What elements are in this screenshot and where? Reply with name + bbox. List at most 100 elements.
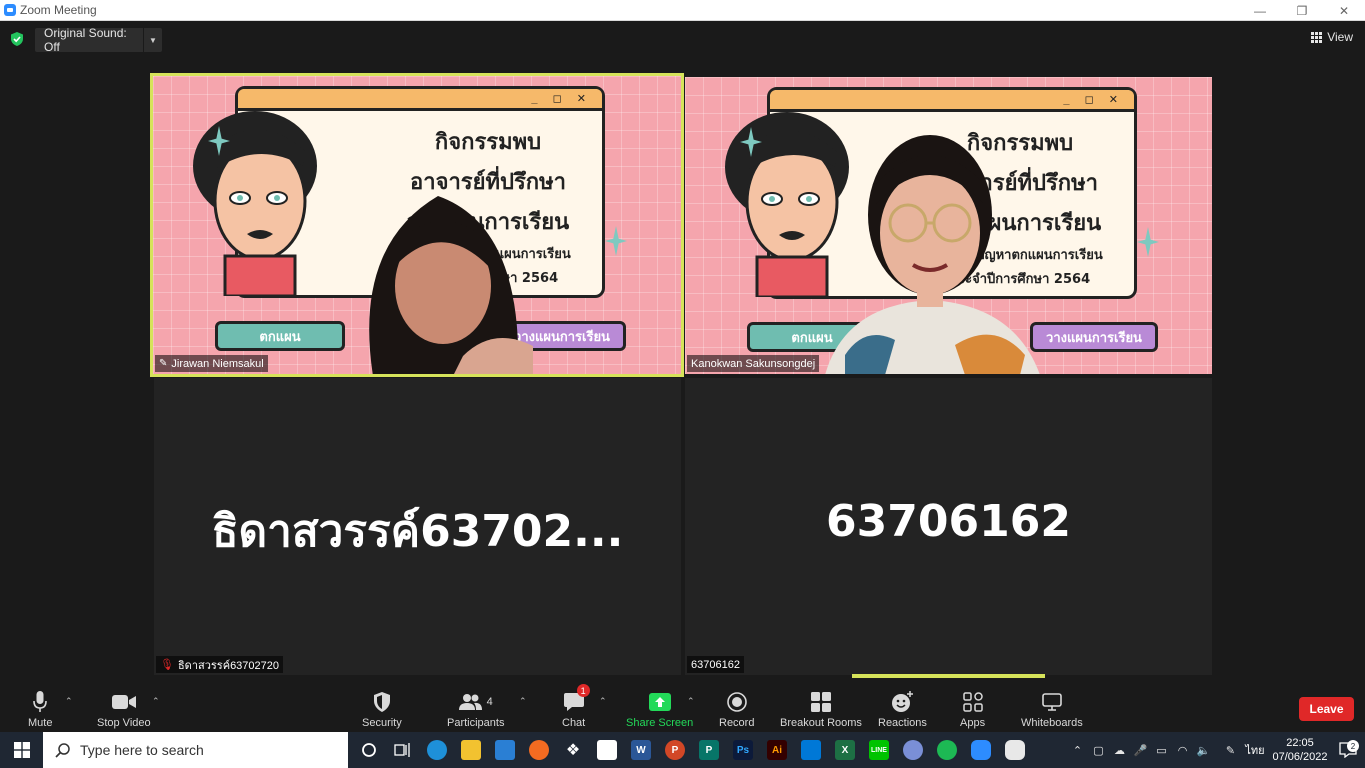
snipping-tool-icon (1005, 740, 1025, 760)
slide-button-left: ตกแผน (215, 321, 345, 351)
video-tile-63706162[interactable]: 63706162 63706162 (685, 378, 1212, 675)
minimize-button[interactable]: — (1239, 0, 1281, 21)
mute-button[interactable]: Mute (28, 690, 52, 729)
taskbar-app-spotify[interactable] (930, 732, 964, 768)
device-icon[interactable]: ▢ (1088, 744, 1109, 757)
taskbar-app-explorer[interactable] (454, 732, 488, 768)
chat-unread-badge: 1 (576, 684, 590, 697)
original-sound-label: Original Sound: Off (44, 26, 127, 54)
reactions-button[interactable]: Reactions (878, 690, 927, 729)
leave-button[interactable]: Leave (1299, 697, 1354, 721)
title-bar: Zoom Meeting — ❐ ✕ (0, 0, 1365, 21)
taskbar-app-store[interactable] (794, 732, 828, 768)
breakout-rooms-icon (810, 692, 831, 712)
video-tile-kanokwan[interactable]: _ ◻ ✕ กิจกรรมพบ อาจารย์ที่ปรึกษา วางแผนก… (685, 77, 1212, 374)
task-view-button[interactable] (386, 732, 420, 768)
taskbar-app-edge[interactable] (420, 732, 454, 768)
store-icon (801, 740, 821, 760)
restore-button[interactable]: ❐ (1281, 0, 1323, 21)
stop-video-button[interactable]: Stop Video (97, 690, 151, 729)
record-label: Record (719, 717, 755, 729)
security-label: Security (362, 717, 402, 729)
start-button[interactable] (0, 732, 43, 768)
taskbar-clock[interactable]: 22:05 07/06/2022 (1269, 736, 1331, 764)
chevron-up-icon[interactable]: ⌃ (687, 696, 695, 707)
clock-date: 07/06/2022 (1272, 751, 1328, 763)
zoom-icon (971, 740, 991, 760)
video-tile-jirawan[interactable]: _ ◻ ✕ กิจกรรมพบ อาจารย์ที่ปรึกษา วางแผนก… (150, 73, 684, 377)
taskbar-app-firefox[interactable] (522, 732, 556, 768)
participants-count: 4 (486, 696, 493, 708)
close-button[interactable]: ✕ (1323, 0, 1365, 21)
search-icon (55, 742, 70, 758)
shield-icon[interactable] (10, 32, 24, 46)
taskbar-app-photoshop[interactable]: Ps (726, 732, 760, 768)
taskbar-app-line[interactable]: LINE (862, 732, 896, 768)
pen-icon[interactable]: ✎ (1220, 744, 1241, 757)
taskbar-app-amazon[interactable] (590, 732, 624, 768)
zoom-app-icon (4, 4, 16, 16)
record-button[interactable]: Record (719, 690, 754, 729)
record-icon (726, 692, 747, 712)
security-button[interactable]: Security (362, 690, 402, 729)
firefox-icon (529, 740, 549, 760)
input-language[interactable]: ไทย (1241, 741, 1269, 759)
apps-button[interactable]: Apps (960, 690, 985, 729)
share-screen-button[interactable]: Share Screen (626, 690, 693, 729)
taskbar-app-word[interactable]: W (624, 732, 658, 768)
publisher-icon: P (699, 740, 719, 760)
taskbar-app-excel[interactable]: X (828, 732, 862, 768)
taskbar-app-illustrator[interactable]: Ai (760, 732, 794, 768)
microphone-icon[interactable]: 🎤 (1130, 744, 1151, 757)
chevron-down-icon[interactable]: ▼ (143, 28, 162, 52)
cortana-button[interactable] (352, 732, 386, 768)
taskbar-app-snipping[interactable] (998, 732, 1032, 768)
clock-time: 22:05 (1286, 737, 1314, 749)
meeting-top-bar: Original Sound: Off ▼ View (0, 21, 1365, 57)
chevron-up-icon[interactable]: ⌃ (1067, 744, 1088, 757)
wifi-icon[interactable]: ◠ (1172, 744, 1193, 757)
apps-label: Apps (960, 717, 986, 729)
taskbar-app-powerpoint[interactable]: P (658, 732, 692, 768)
people-icon (458, 694, 482, 710)
battery-icon[interactable]: ▭ (1151, 744, 1172, 757)
search-placeholder: Type here to search (80, 742, 204, 758)
chevron-up-icon[interactable]: ⌃ (599, 696, 607, 707)
task-view-icon (394, 743, 410, 757)
taskbar-search[interactable]: Type here to search (43, 732, 348, 768)
zoom-window: Zoom Meeting — ❐ ✕ Original Sound: Off ▼… (0, 0, 1365, 768)
participants-label: Participants (447, 717, 505, 729)
taskbar-app-mail[interactable] (488, 732, 522, 768)
grid-icon (1311, 31, 1323, 43)
whiteboards-button[interactable]: Whiteboards (1021, 690, 1083, 729)
participants-button[interactable]: 4 Participants (447, 690, 504, 729)
onedrive-icon[interactable]: ☁ (1109, 744, 1130, 757)
chevron-up-icon[interactable]: ⌃ (152, 696, 160, 707)
participant-name: Jirawan Niemsakul (171, 357, 264, 370)
participant-name-tag: 🎙 ธิดาสวรรค์63702720 (156, 656, 284, 673)
taskbar-app-dropbox[interactable]: ❖ (556, 732, 590, 768)
taskbar-app-globe[interactable] (896, 732, 930, 768)
breakout-rooms-button[interactable]: Breakout Rooms (780, 690, 862, 729)
taskbar-app-zoom[interactable] (964, 732, 998, 768)
participant-name: ธิดาสวรรค์63702720 (177, 659, 280, 672)
excel-icon: X (835, 740, 855, 760)
taskbar-app-publisher[interactable]: P (692, 732, 726, 768)
shield-icon (373, 692, 390, 712)
view-button[interactable]: View (1311, 30, 1353, 44)
chevron-up-icon[interactable]: ⌃ (519, 696, 527, 707)
system-tray: ⌃ ▢ ☁ 🎤 ▭ ◠ 🔈 ✎ ไทย 22:05 07/06/2022 2 (1067, 732, 1365, 768)
participant-video-person (369, 196, 533, 374)
powerpoint-icon: P (665, 740, 685, 760)
slide-title-1: กิจกรรมพบ (434, 130, 542, 155)
volume-icon[interactable]: 🔈 (1193, 744, 1214, 757)
pin-icon: ✎ (159, 358, 168, 369)
chat-button[interactable]: 1 Chat (562, 684, 590, 729)
muted-mic-icon: 🎙 (160, 659, 174, 671)
amazon-icon (597, 740, 617, 760)
chat-label: Chat (562, 717, 586, 729)
original-sound-toggle[interactable]: Original Sound: Off ▼ (35, 26, 162, 54)
chevron-up-icon[interactable]: ⌃ (65, 696, 73, 707)
video-tile-thidasawan[interactable]: ธิดาสวรรค์63702... 🎙 ธิดาสวรรค์63702720 (154, 378, 681, 675)
action-center-button[interactable]: 2 (1331, 740, 1365, 758)
